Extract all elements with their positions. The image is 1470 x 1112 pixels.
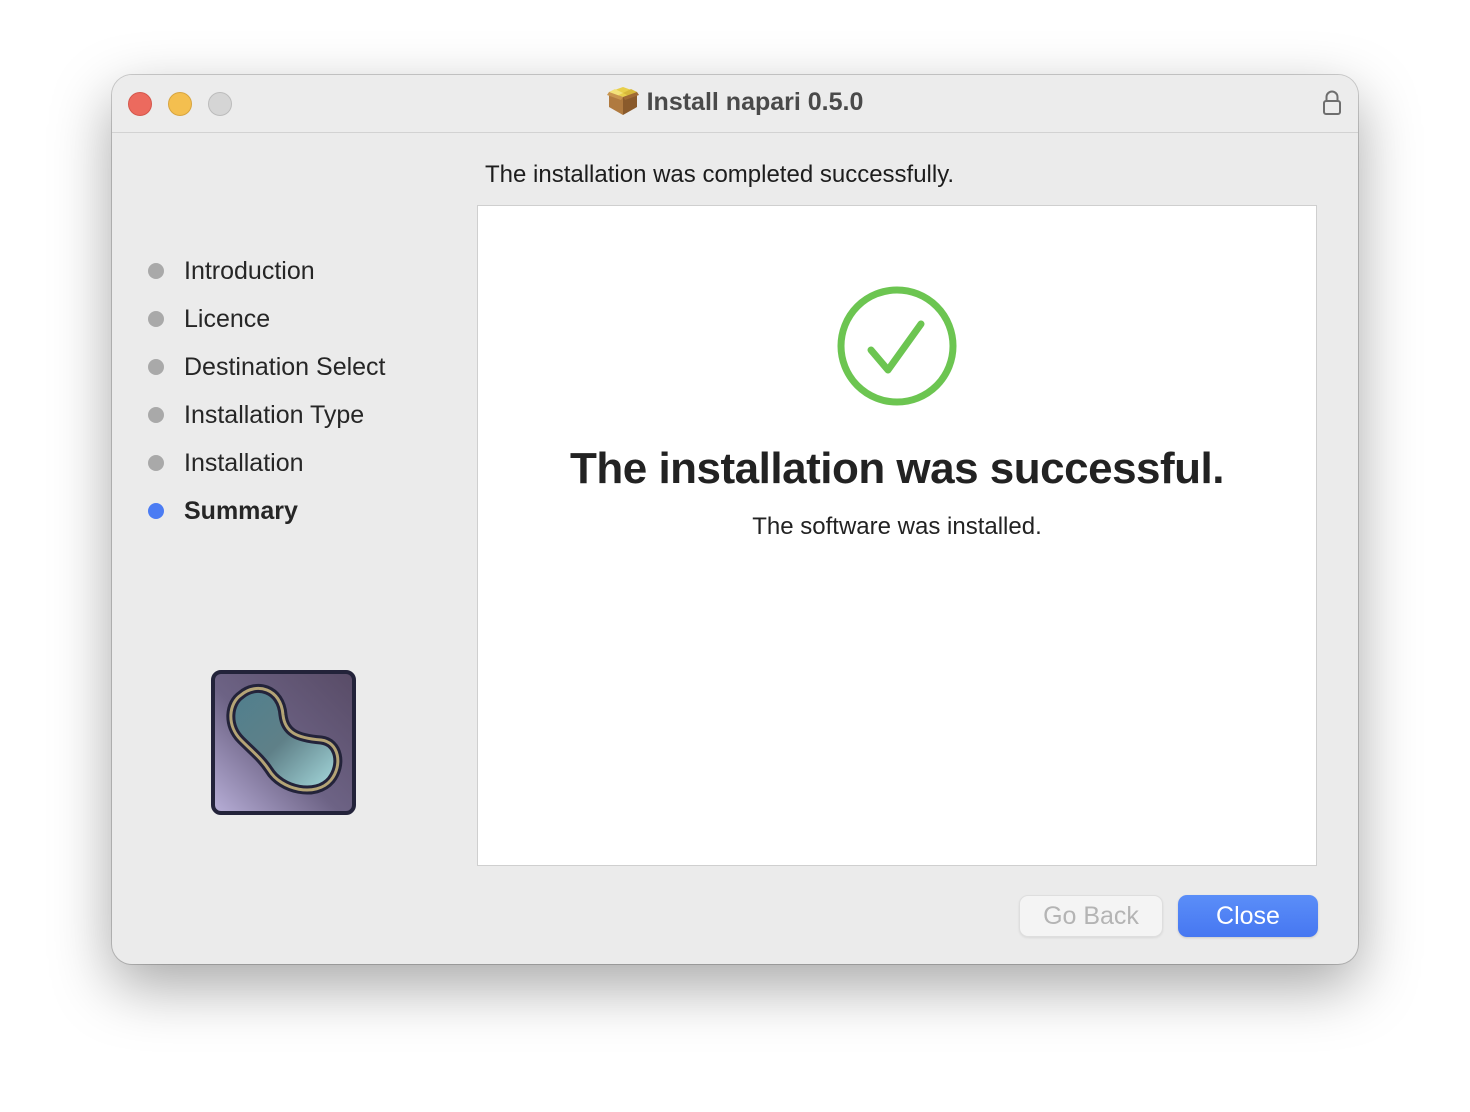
step-bullet-active-icon <box>148 503 164 519</box>
step-bullet-icon <box>148 263 164 279</box>
step-bullet-icon <box>148 311 164 327</box>
sidebar-step-summary: Summary <box>148 487 386 535</box>
title-bar[interactable]: Install napari 0.5.0 <box>112 75 1358 133</box>
result-headline: The installation was successful. <box>570 444 1225 493</box>
window-title-text: Install napari 0.5.0 <box>646 87 864 116</box>
installer-window: Install napari 0.5.0 The installation wa… <box>112 75 1358 964</box>
result-detail: The software was installed. <box>752 513 1042 540</box>
step-label: Installation <box>184 448 304 477</box>
sidebar-step-destination-select: Destination Select <box>148 343 386 391</box>
sidebar-step-introduction: Introduction <box>148 247 386 295</box>
sidebar-step-licence: Licence <box>148 295 386 343</box>
checkmark-circle-icon <box>837 286 957 406</box>
lock-icon[interactable] <box>1322 90 1342 116</box>
step-bullet-icon <box>148 407 164 423</box>
sidebar-step-installation: Installation <box>148 439 386 487</box>
steps-sidebar: Introduction Licence Destination Select … <box>148 247 386 535</box>
close-button[interactable]: Close <box>1178 895 1318 937</box>
step-label: Introduction <box>184 256 315 285</box>
step-label: Installation Type <box>184 400 365 429</box>
window-title: Install napari 0.5.0 <box>112 87 1358 117</box>
sidebar-step-installation-type: Installation Type <box>148 391 386 439</box>
step-label: Destination Select <box>184 352 386 381</box>
step-bullet-icon <box>148 359 164 375</box>
step-label: Summary <box>184 496 298 525</box>
step-subtitle: The installation was completed successfu… <box>485 161 955 188</box>
step-label: Licence <box>184 304 271 333</box>
package-icon <box>606 87 639 115</box>
napari-logo-icon <box>211 670 356 815</box>
content-panel: The installation was successful. The sof… <box>477 205 1317 866</box>
go-back-button: Go Back <box>1019 895 1163 937</box>
step-bullet-icon <box>148 455 164 471</box>
